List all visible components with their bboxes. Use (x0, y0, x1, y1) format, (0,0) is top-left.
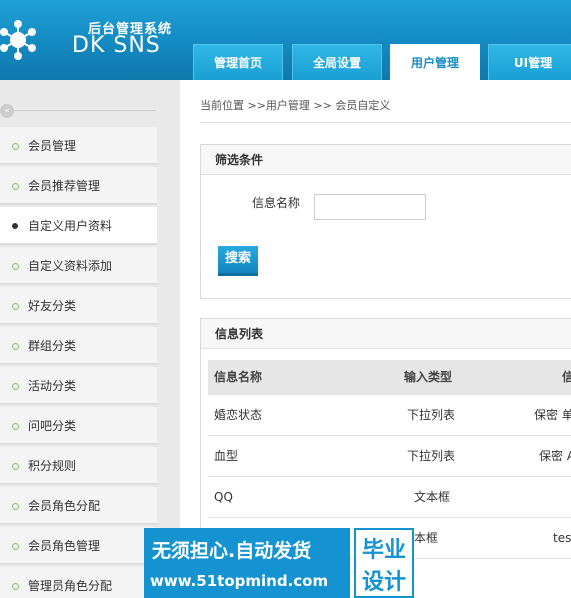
sidebar-item-admin-role-assign[interactable]: 管理员角色分配 (0, 567, 157, 598)
sidebar-item-label: 自定义用户资料 (28, 219, 113, 233)
sidebar-item-qa-category[interactable]: 问吧分类 (0, 407, 157, 445)
sidebar-item-custom-profile[interactable]: 自定义用户资料 (0, 207, 157, 245)
sidebar-item-member-management[interactable]: 会员管理 (0, 127, 157, 165)
info-name-label: 信息名称 (252, 196, 301, 210)
bullet-icon (12, 583, 19, 590)
cell-type: 本框 (414, 531, 439, 545)
cell-name: 婚恋状态 (214, 408, 263, 422)
main-nav: 管理首页 全局设置 用户管理 UI管理 (0, 44, 571, 80)
sidebar-collapse-button[interactable]: « (0, 104, 14, 118)
sidebar-item-group-category[interactable]: 群组分类 (0, 327, 157, 365)
sidebar-item-label: 会员角色管理 (28, 539, 101, 553)
bullet-icon (12, 383, 19, 390)
table-row[interactable]: QQ 文本框 (208, 477, 571, 518)
sidebar-item-label: 好友分类 (28, 299, 77, 313)
sidebar-item-label: 会员管理 (28, 139, 77, 153)
top-header: 后台管理系统 DK SNS 管理首页 全局设置 用户管理 UI管理 (0, 0, 571, 80)
cell-extra: tes (553, 531, 571, 545)
cell-extra: 保密 单 (534, 408, 571, 422)
cell-type: 文本框 (414, 490, 451, 504)
bullet-icon (12, 543, 19, 550)
tab-ui-management[interactable]: UI管理 (488, 44, 571, 80)
sidebar-item-label: 会员推荐管理 (28, 179, 101, 193)
table-row[interactable]: 婚恋状态 下拉列表 保密 单 (208, 395, 571, 436)
bullet-icon (12, 463, 19, 470)
sidebar-item-member-role-manage[interactable]: 会员角色管理 (0, 527, 157, 565)
sidebar-item-points-rules[interactable]: 积分规则 (0, 447, 157, 485)
list-panel-title: 信息列表 (201, 319, 571, 349)
watermark-text-bottom: 设计 (362, 570, 407, 595)
cell-name: QQ (214, 490, 233, 504)
sidebar-item-label: 会员角色分配 (28, 499, 101, 513)
sidebar-item-custom-profile-add[interactable]: 自定义资料添加 (0, 247, 157, 285)
sidebar-item-label: 积分规则 (28, 459, 77, 473)
bullet-icon (12, 503, 19, 510)
sidebar-item-label: 群组分类 (28, 339, 77, 353)
tab-home[interactable]: 管理首页 (193, 44, 283, 80)
search-button[interactable]: 搜索 (218, 246, 258, 276)
cell-name: 血型 (214, 449, 239, 463)
cell-extra: 保密 A (539, 449, 571, 463)
column-header-name: 信息名称 (214, 370, 263, 384)
sidebar-item-label: 活动分类 (28, 379, 77, 393)
bullet-icon (12, 223, 18, 229)
cell-type: 下拉列表 (407, 408, 456, 422)
column-header-info: 信 (562, 370, 571, 384)
sidebar-item-friend-category[interactable]: 好友分类 (0, 287, 157, 325)
watermark-slogan: 无须担心.自动发货 (152, 540, 312, 562)
bullet-icon (12, 263, 19, 270)
watermark-text-top: 毕业 (362, 538, 407, 563)
bullet-icon (12, 423, 19, 430)
column-header-type: 输入类型 (404, 370, 453, 384)
cell-type: 下拉列表 (407, 449, 456, 463)
sidebar-item-activity-category[interactable]: 活动分类 (0, 367, 157, 405)
bullet-icon (12, 343, 19, 350)
sidebar-item-label: 自定义资料添加 (28, 259, 113, 273)
sidebar-item-member-recommend[interactable]: 会员推荐管理 (0, 167, 157, 205)
sidebar-item-label: 管理员角色分配 (28, 579, 113, 593)
info-name-input[interactable] (314, 194, 426, 220)
breadcrumb-divider (200, 122, 571, 123)
watermark-right: 毕业 设计 (354, 528, 414, 598)
tab-user-management[interactable]: 用户管理 (390, 44, 480, 80)
bullet-icon (12, 303, 19, 310)
tab-global-settings[interactable]: 全局设置 (292, 44, 382, 80)
watermark-url: www.51topmind.com (150, 572, 329, 590)
bullet-icon (12, 183, 19, 190)
breadcrumb: 当前位置 >>用户管理 >> 会员自定义 (200, 99, 391, 112)
watermark-left: 无须担心.自动发货 www.51topmind.com (144, 528, 350, 598)
sidebar-item-member-role-assign[interactable]: 会员角色分配 (0, 487, 157, 525)
table-row[interactable]: 血型 下拉列表 保密 A (208, 436, 571, 477)
sidebar-item-label: 问吧分类 (28, 419, 77, 433)
filter-panel-title: 筛选条件 (201, 145, 571, 175)
table-header: 信息名称 输入类型 信 (208, 360, 571, 395)
bullet-icon (12, 143, 19, 150)
watermark-banner: 无须担心.自动发货 www.51topmind.com 毕业 设计 (144, 528, 414, 598)
sidebar-divider (14, 110, 156, 111)
